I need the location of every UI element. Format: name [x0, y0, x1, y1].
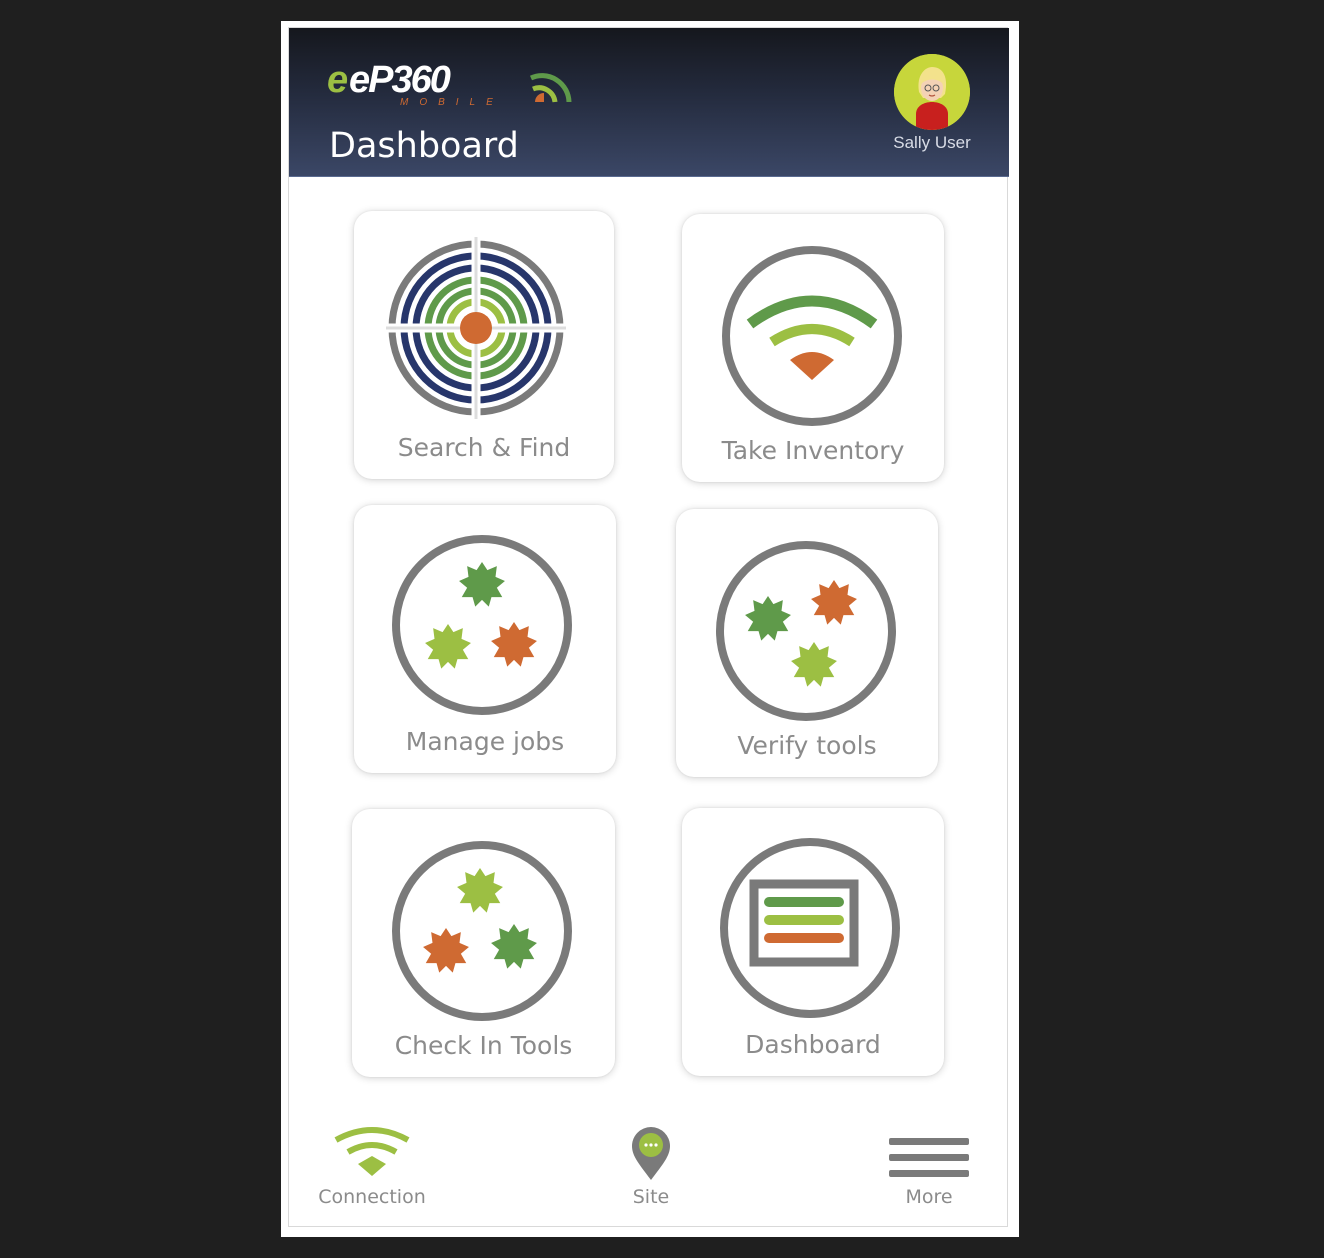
user-profile[interactable]: Sally User	[887, 54, 977, 153]
dashboard-tile[interactable]: Dashboard	[682, 808, 944, 1076]
tile-label: Search & Find	[397, 433, 571, 462]
tile-label: Take Inventory	[721, 436, 905, 465]
user-name: Sally User	[893, 133, 971, 152]
wifi-icon	[334, 1127, 410, 1176]
target-icon	[386, 237, 566, 419]
nav-label: Connection	[318, 1186, 426, 1208]
hamburger-menu-icon	[889, 1138, 969, 1177]
page-title: Dashboard	[329, 126, 519, 166]
gears-icon	[716, 541, 896, 721]
nav-connection[interactable]: Connection	[314, 1126, 430, 1208]
tile-label: Dashboard	[745, 1030, 881, 1059]
nav-more[interactable]: More	[883, 1126, 975, 1208]
nav-site[interactable]: Site	[611, 1126, 691, 1208]
ep360-logo: e eP360 MOBILE	[325, 56, 577, 108]
dashboard-list-icon	[720, 838, 900, 1018]
phone-frame: e eP360 MOBILE Dashboard Sally User Sear…	[281, 21, 1019, 1237]
gears-icon	[392, 535, 572, 715]
tile-label: Verify tools	[737, 731, 877, 760]
check-in-tools-tile[interactable]: Check In Tools	[352, 809, 615, 1077]
take-inventory-tile[interactable]: Take Inventory	[682, 214, 944, 482]
app-screen: e eP360 MOBILE Dashboard Sally User Sear…	[288, 27, 1009, 1227]
manage-jobs-tile[interactable]: Manage jobs	[354, 505, 616, 773]
wifi-signal-icon	[722, 246, 902, 426]
logo-text: eP360	[349, 59, 451, 101]
gears-icon	[392, 841, 572, 1021]
nav-label: Site	[632, 1186, 670, 1208]
svg-text:e: e	[327, 59, 348, 101]
tile-label: Manage jobs	[405, 727, 565, 756]
avatar[interactable]	[894, 54, 970, 130]
tile-label: Check In Tools	[394, 1031, 573, 1060]
app-header: e eP360 MOBILE Dashboard Sally User	[289, 28, 1009, 177]
nav-label: More	[905, 1186, 953, 1208]
map-pin-icon	[632, 1127, 670, 1180]
verify-tools-tile[interactable]: Verify tools	[676, 509, 938, 777]
logo-subtext: MOBILE	[400, 97, 504, 106]
search-find-tile[interactable]: Search & Find	[354, 211, 614, 479]
